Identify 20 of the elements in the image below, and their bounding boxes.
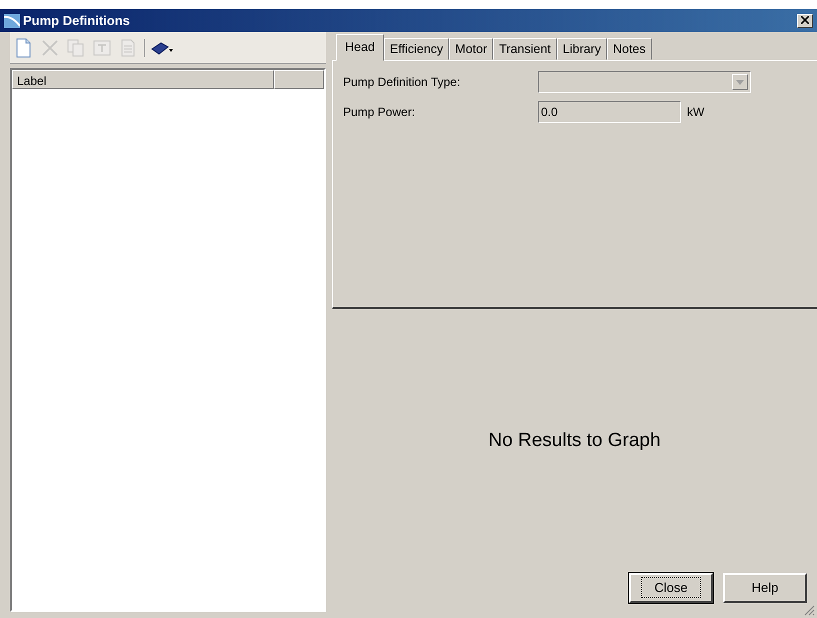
app-icon [4, 14, 20, 28]
field-label: Pump Power: [343, 104, 416, 121]
tab[interactable]: Transient [493, 38, 557, 60]
dialog-button[interactable]: Close [629, 573, 713, 603]
field-label: Pump Definition Type: [343, 74, 462, 91]
tab[interactable]: Head [336, 34, 384, 61]
tab[interactable]: Motor [449, 38, 494, 60]
unit-label: kW [687, 104, 704, 121]
tab[interactable]: Library [556, 38, 607, 60]
column-header[interactable]: Label [12, 70, 274, 89]
close-icon [801, 16, 809, 24]
close-button[interactable] [797, 14, 813, 28]
tab[interactable]: Efficiency [384, 38, 450, 60]
resize-grip-icon[interactable] [803, 604, 815, 616]
column-header[interactable] [274, 70, 324, 89]
tab[interactable]: Notes [606, 38, 652, 60]
dropdown-arrow-icon [736, 80, 744, 84]
dialog-button[interactable]: Help [723, 573, 807, 603]
window-title: Pump Definitions [23, 12, 130, 30]
graph-message: No Results to Graph [488, 429, 661, 454]
